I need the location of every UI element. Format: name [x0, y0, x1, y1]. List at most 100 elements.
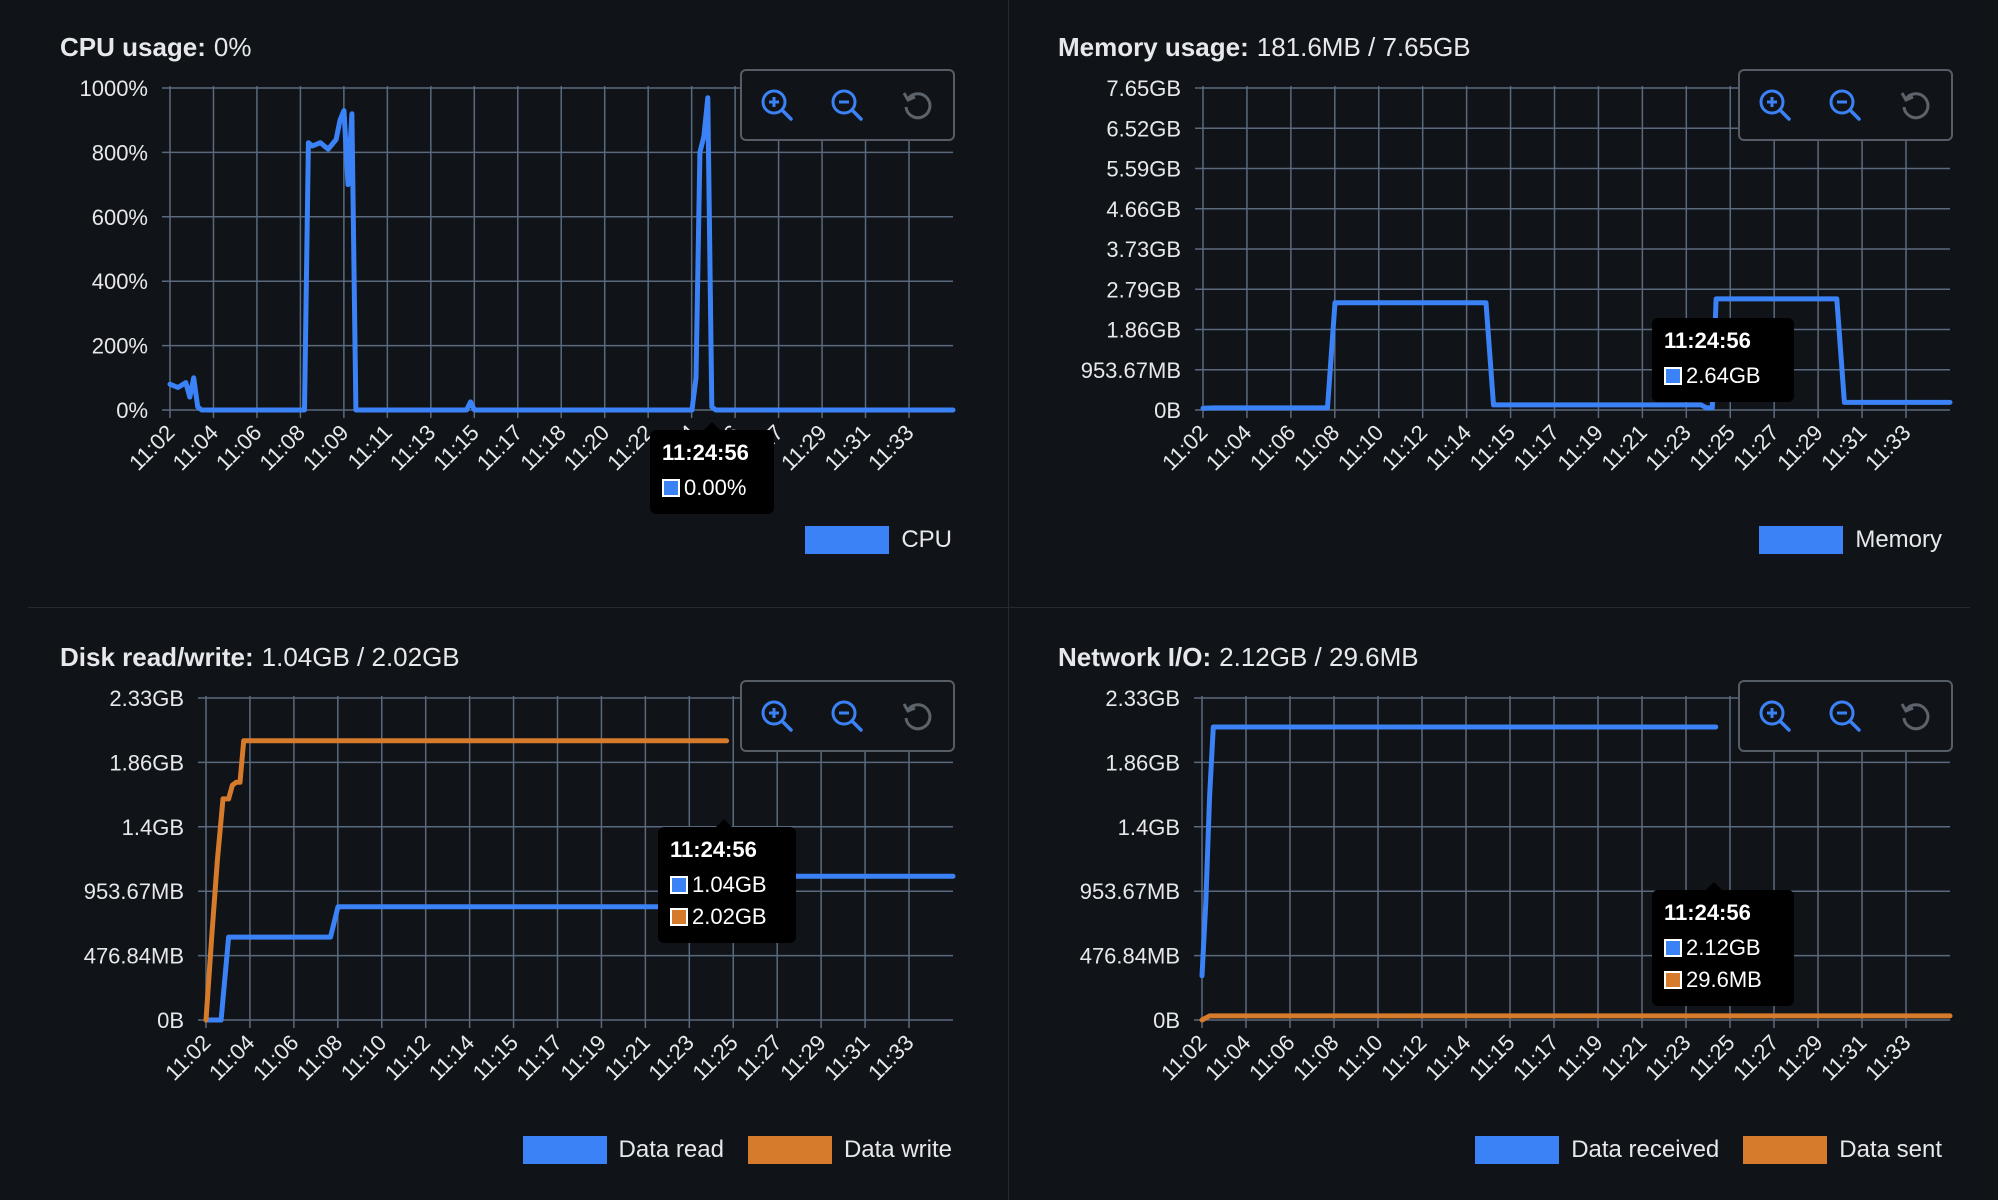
- x-tick-label: 11:20: [559, 420, 614, 475]
- x-tick-label: 11:17: [1509, 420, 1564, 475]
- legend-item-data-sent[interactable]: Data sent: [1743, 1136, 1942, 1164]
- chart-tooltip: 11:24:56 2.12GB 29.6MB: [1652, 882, 1794, 1006]
- x-tick-label: 11:08: [254, 420, 309, 475]
- y-tick-label: 600%: [92, 205, 148, 230]
- x-tick-label: 11:04: [1201, 420, 1256, 475]
- reset-icon: [902, 703, 932, 731]
- tooltip-row: 2.64GB: [1664, 360, 1782, 392]
- zoom-in-icon: [761, 700, 793, 732]
- legend-label: Data write: [843, 1136, 952, 1163]
- zoom-out-icon: [831, 89, 864, 121]
- zoom-in-button[interactable]: [1755, 85, 1795, 125]
- x-tick-label: 11:10: [1333, 420, 1388, 475]
- y-tick-label: 6.52GB: [1106, 116, 1181, 141]
- zoom-out-button[interactable]: [827, 696, 867, 736]
- panel-divider-horizontal: [28, 607, 1970, 608]
- y-tick-label: 1.4GB: [122, 815, 184, 840]
- x-tick-label: 11:21: [1596, 420, 1651, 475]
- x-tick-label: 11:14: [424, 1030, 479, 1085]
- reset-icon: [1900, 703, 1930, 731]
- tooltip-time: 11:24:56: [1664, 328, 1751, 353]
- legend-item-cpu[interactable]: CPU: [805, 526, 952, 554]
- y-tick-label: 400%: [92, 269, 148, 294]
- x-tick-label: 11:06: [248, 1030, 303, 1085]
- chart-tooltip: 11:24:56 2.64GB: [1652, 318, 1794, 402]
- legend-item-data-write[interactable]: Data write: [747, 1136, 952, 1164]
- series-line-data-read: [203, 873, 956, 1023]
- x-tick-label: 11:15: [428, 420, 483, 475]
- tooltip-value: 2.02GB: [692, 904, 767, 929]
- zoom-in-button[interactable]: [757, 85, 797, 125]
- x-tick-label: 11:33: [863, 420, 918, 475]
- legend-item-data-received[interactable]: Data received: [1475, 1136, 1719, 1164]
- y-tick-label: 1.86GB: [109, 750, 184, 775]
- reset-zoom-button[interactable]: [898, 85, 938, 125]
- y-tick-label: 953.67MB: [84, 879, 184, 904]
- reset-zoom-button[interactable]: [1896, 85, 1936, 125]
- legend-swatch: [1743, 1136, 1828, 1164]
- x-tick-label: 11:09: [298, 420, 353, 475]
- y-tick-label: 1000%: [79, 76, 148, 101]
- x-tick-label: 11:14: [1420, 1030, 1475, 1085]
- tooltip-swatch: [670, 876, 688, 894]
- tooltip-value: 29.6MB: [1686, 967, 1762, 992]
- legend-item-data-read[interactable]: Data read: [522, 1136, 724, 1164]
- zoom-out-button[interactable]: [1825, 696, 1865, 736]
- x-tick-label: 11:10: [1332, 1030, 1387, 1085]
- legend-item-memory[interactable]: Memory: [1759, 526, 1942, 554]
- zoom-out-button[interactable]: [827, 85, 867, 125]
- zoom-out-icon: [831, 700, 864, 732]
- zoom-in-button[interactable]: [1755, 696, 1795, 736]
- tooltip-swatch: [670, 908, 688, 926]
- x-tick-label: 11:29: [775, 1030, 830, 1085]
- series-line-memory: [1200, 296, 1953, 411]
- tooltip-value: 2.64GB: [1686, 363, 1761, 388]
- zoom-out-button[interactable]: [1825, 85, 1865, 125]
- y-tick-label: 2.33GB: [1105, 686, 1180, 711]
- tooltip-time: 11:24:56: [662, 440, 749, 465]
- tooltip-swatch: [662, 479, 680, 497]
- legend-label: Data sent: [1839, 1136, 1942, 1163]
- x-tick-label: 11:12: [1376, 1030, 1431, 1085]
- x-tick-label: 11:17: [1508, 1030, 1563, 1085]
- zoom-out-icon: [1829, 700, 1862, 732]
- x-tick-label: 11:31: [819, 1030, 874, 1085]
- x-tick-label: 11:02: [1157, 420, 1212, 475]
- zoom-in-icon: [761, 89, 793, 121]
- tooltip-row: 0.00%: [662, 472, 762, 504]
- y-tick-label: 5.59GB: [1106, 157, 1181, 182]
- chart-tooltip: 11:24:56 1.04GB 2.02GB: [658, 819, 796, 943]
- y-tick-label: 0B: [157, 1008, 184, 1033]
- reset-zoom-button[interactable]: [898, 696, 938, 736]
- tooltip-value: 2.12GB: [1686, 935, 1761, 960]
- tooltip-swatch: [1664, 367, 1682, 385]
- chart-legend: Data read Data write: [499, 1136, 952, 1164]
- network-panel: Network I/O: 2.12GB / 29.6MB 0B 476.84MB 95…: [998, 610, 1998, 1200]
- x-tick-label: 11:25: [1684, 1030, 1739, 1085]
- reset-zoom-button[interactable]: [1896, 696, 1936, 736]
- y-tick-label: 200%: [92, 334, 148, 359]
- y-tick-label: 1.4GB: [1118, 815, 1180, 840]
- y-tick-label: 953.67MB: [1080, 879, 1180, 904]
- chart-toolbar: [740, 680, 955, 752]
- tooltip-caret: [1706, 882, 1722, 890]
- x-tick-label: 11:21: [1596, 1030, 1651, 1085]
- chart-legend: Memory: [1735, 526, 1942, 554]
- disk-panel: Disk read/write: 1.04GB / 2.02GB 0B 476.84…: [0, 610, 1008, 1200]
- y-tick-label: 476.84MB: [1080, 944, 1180, 969]
- x-tick-label: 11:12: [380, 1030, 435, 1085]
- legend-label: Data received: [1571, 1136, 1720, 1163]
- legend-label: Memory: [1855, 526, 1942, 553]
- x-tick-label: 11:25: [1684, 420, 1739, 475]
- chart-toolbar: [740, 69, 955, 141]
- tooltip-value: 0.00%: [684, 475, 747, 500]
- chart-legend: CPU: [781, 526, 952, 554]
- x-tick-label: 11:33: [863, 1030, 918, 1085]
- x-tick-label: 11:04: [1200, 1030, 1255, 1085]
- x-tick-label: 11:21: [599, 1030, 654, 1085]
- y-tick-label: 800%: [92, 140, 148, 165]
- x-tick-label: 11:06: [211, 420, 266, 475]
- legend-swatch: [522, 1136, 607, 1164]
- zoom-in-button[interactable]: [757, 696, 797, 736]
- y-tick-label: 3.73GB: [1106, 237, 1181, 262]
